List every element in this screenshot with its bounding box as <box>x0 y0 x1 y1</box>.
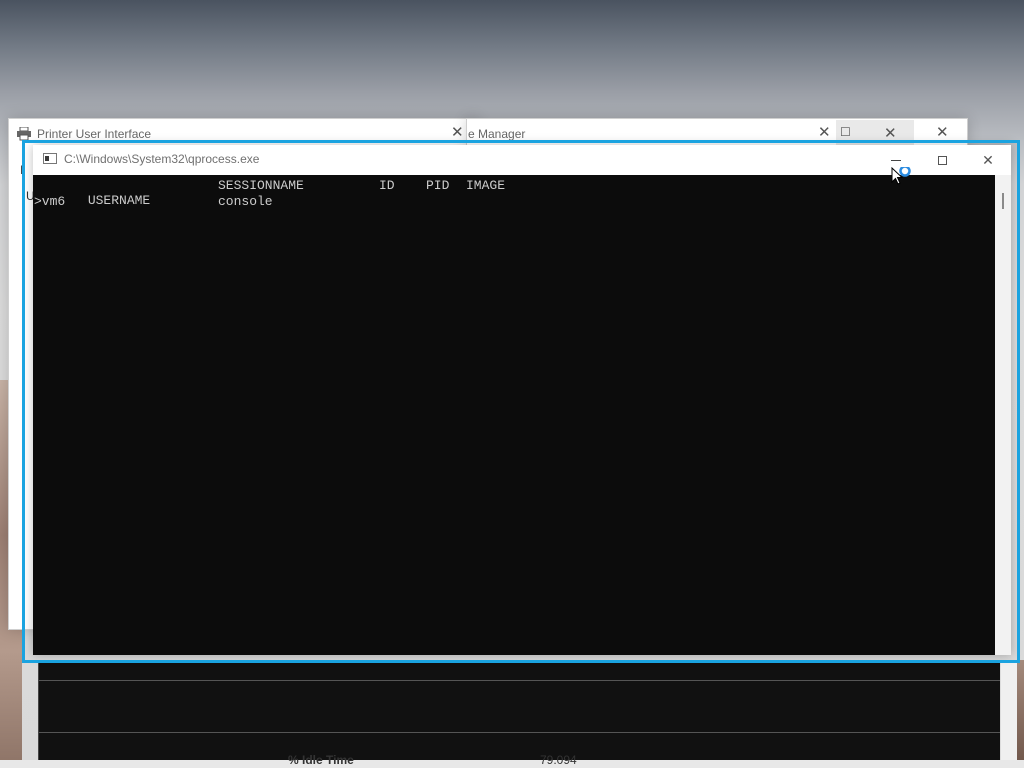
header-sessionname: SESSIONNAME <box>218 178 304 193</box>
header-id: ID <box>379 178 395 193</box>
idle-time-value: 79.094 <box>540 753 577 767</box>
console-scrollbar[interactable] <box>995 175 1011 655</box>
manager-window-maximize-icon[interactable]: ☐ <box>840 126 851 138</box>
console-titlebar[interactable]: C:\Windows\System32\qprocess.exe ✕ <box>33 145 1011 175</box>
divider <box>39 680 1001 681</box>
busy-cursor-icon <box>891 167 911 185</box>
manager-window-close-icon-2[interactable]: ✕ <box>884 126 897 141</box>
console-window[interactable]: C:\Windows\System32\qprocess.exe ✕ USERN… <box>33 145 1011 655</box>
close-button[interactable]: ✕ <box>965 145 1011 175</box>
row-sessionname: console <box>218 194 273 209</box>
manager-window-title: e Manager <box>468 127 526 141</box>
console-app-icon <box>43 153 57 164</box>
header-pid: PID <box>426 178 450 193</box>
header-username: USERNAME <box>87 193 151 208</box>
maximize-icon <box>937 155 947 165</box>
task-manager-footer <box>0 760 1024 768</box>
close-icon: ✕ <box>982 151 994 168</box>
printer-icon <box>17 127 31 141</box>
divider <box>39 732 1001 733</box>
printer-window-close-icon[interactable]: ✕ <box>451 125 464 140</box>
scrollbar-thumb[interactable] <box>1002 193 1004 209</box>
idle-time-label: % Idle Time <box>288 753 354 767</box>
console-title: C:\Windows\System32\qprocess.exe <box>64 152 260 166</box>
manager-window-close-icon[interactable]: ✕ <box>818 125 831 140</box>
printer-window-title: Printer User Interface <box>37 127 152 141</box>
header-image: IMAGE <box>466 178 506 193</box>
minimize-icon <box>891 159 901 161</box>
row-username: >vm6 <box>34 194 66 209</box>
maximize-button[interactable] <box>919 145 965 175</box>
console-output[interactable]: USERNAME SESSIONNAME ID PID IMAGE >vm6 c… <box>33 175 995 655</box>
third-window-close-icon[interactable]: ✕ <box>936 125 949 140</box>
task-manager-panel <box>38 660 1002 760</box>
task-manager-scrollbar[interactable] <box>1000 660 1017 760</box>
printer-window-letter-1: I <box>20 163 24 177</box>
